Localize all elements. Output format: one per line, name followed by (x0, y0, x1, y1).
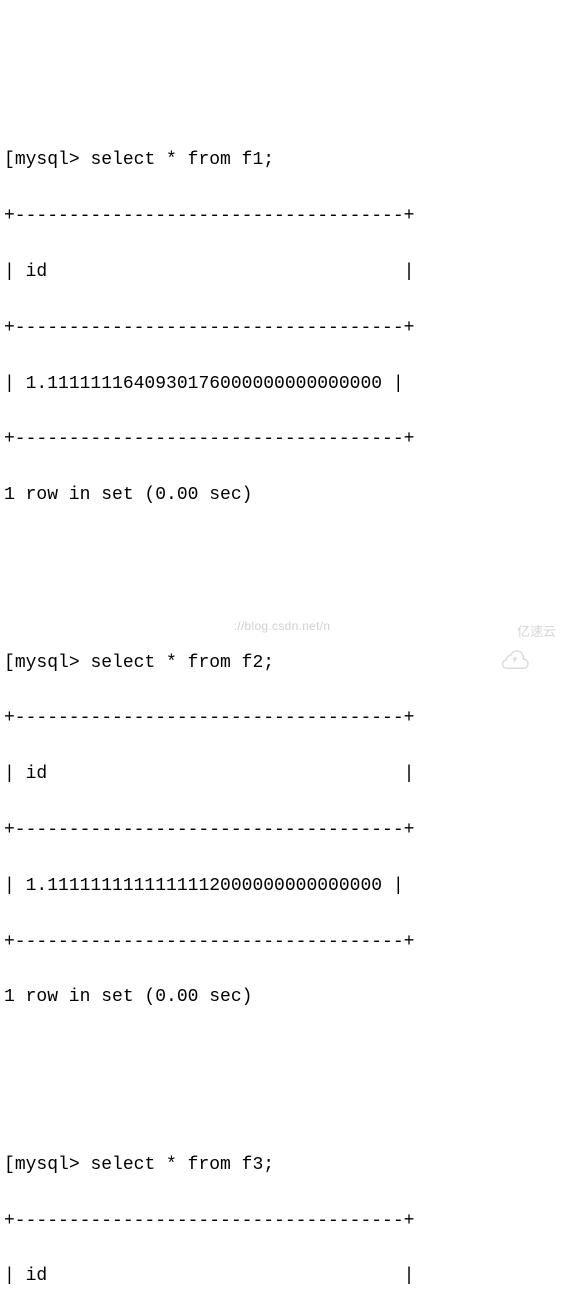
result-status: 1 row in set (0.00 sec) (4, 482, 560, 510)
prompt-line: [mysql> select * from f1; (4, 147, 560, 175)
cell-value: 1.1111111111111112000000000000000 (26, 876, 382, 896)
table-header-row: | id | (4, 259, 560, 287)
table-header-row: | id | (4, 1263, 560, 1291)
prompt-text: mysql> (15, 653, 80, 673)
table-border-mid: +------------------------------------+ (4, 817, 560, 845)
table-data-row: | 1.1111111640930176000000000000000 | (4, 371, 560, 399)
table-border-bottom: +------------------------------------+ (4, 929, 560, 957)
sql-command: select * from f3; (90, 1155, 274, 1175)
table-border-mid: +------------------------------------+ (4, 315, 560, 343)
column-header: id (26, 262, 48, 282)
bracket-icon: [ (4, 150, 15, 170)
bracket-icon: [ (4, 1155, 15, 1175)
query-block-3: [mysql> select * from f3; +-------------… (4, 1124, 560, 1308)
table-border-top: +------------------------------------+ (4, 1208, 560, 1236)
cell-value: 1.1111111640930176000000000000000 (26, 374, 382, 394)
watermark-brand: 亿速云 (481, 622, 556, 642)
sql-command: select * from f1; (90, 150, 274, 170)
prompt-text: mysql> (15, 1155, 80, 1175)
table-header-row: | id | (4, 761, 560, 789)
watermark-url: ://blog.csdn.net/n (234, 617, 331, 636)
table-border-top: +------------------------------------+ (4, 203, 560, 231)
result-status: 1 row in set (0.00 sec) (4, 984, 560, 1012)
column-header: id (26, 1266, 48, 1286)
table-data-row: | 1.1111111111111112000000000000000 | (4, 873, 560, 901)
query-block-2: [mysql> select * from f2; +-------------… (4, 622, 560, 1040)
table-border-bottom: +------------------------------------+ (4, 426, 560, 454)
table-border-top: +------------------------------------+ (4, 705, 560, 733)
prompt-line: [mysql> select * from f3; (4, 1152, 560, 1180)
prompt-text: mysql> (15, 150, 80, 170)
column-header: id (26, 764, 48, 784)
cloud-icon (481, 622, 511, 642)
sql-command: select * from f2; (90, 653, 274, 673)
watermark-text: 亿速云 (517, 622, 556, 642)
query-block-1: [mysql> select * from f1; +-------------… (4, 120, 560, 538)
bracket-icon: [ (4, 653, 15, 673)
